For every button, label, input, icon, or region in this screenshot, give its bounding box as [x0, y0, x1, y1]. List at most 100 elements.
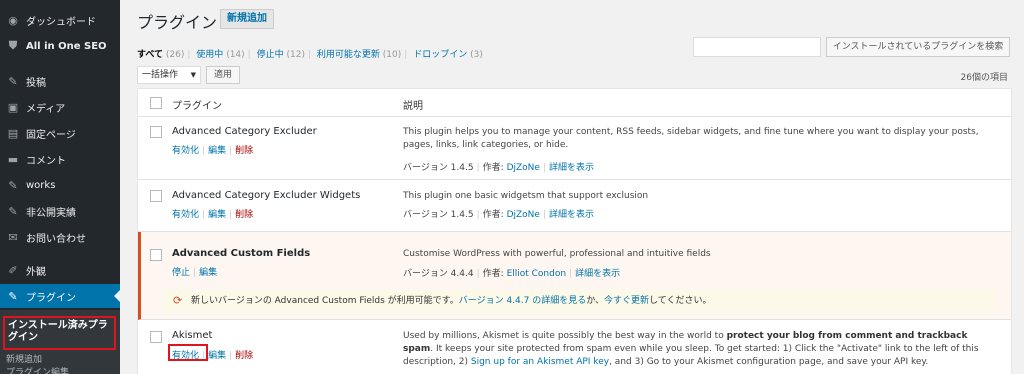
- menu-label: お問い合わせ: [26, 233, 86, 245]
- author-link[interactable]: Elliot Condon: [507, 269, 567, 279]
- menu-label: 固定ページ: [26, 129, 76, 141]
- edit-link[interactable]: 編集: [208, 351, 226, 361]
- filter-active[interactable]: 使用中: [196, 50, 223, 60]
- filter-inactive-count: (12): [286, 50, 305, 60]
- page-title: プラグイン: [137, 13, 218, 32]
- filter-active-count: (14): [226, 50, 245, 60]
- filter-inactive[interactable]: 停止中: [257, 50, 284, 60]
- menu-label: プラグイン: [26, 292, 76, 304]
- desc-pre: Used by millions, Akismet is quite possi…: [403, 331, 727, 341]
- menu-contact[interactable]: ✉ お問い合わせ: [0, 225, 120, 249]
- menu-comments[interactable]: ▬ コメント: [0, 147, 120, 171]
- update-text-mid: か、: [586, 296, 605, 306]
- brush-icon: ✐: [8, 263, 18, 277]
- pin-icon: ✎: [8, 204, 18, 218]
- filter-all[interactable]: すべて: [137, 50, 163, 60]
- row-actions: 有効化 | 編集 | 削除: [172, 146, 254, 156]
- update-text-pre: 新しいバージョンの Advanced Custom Fields が利用可能です…: [191, 296, 459, 306]
- update-text-post: してください。: [649, 296, 712, 306]
- details-link[interactable]: 詳細を表示: [549, 163, 594, 173]
- filter-all-count: (26): [165, 50, 185, 60]
- status-filters: すべて (26) | 使用中 (14) | 停止中 (12) | 利用可能な更新 (1…: [137, 50, 483, 60]
- add-new-button[interactable]: 新規追加: [220, 9, 274, 29]
- desc-post: , and 3) Go to your Akismet configuratio…: [609, 357, 929, 367]
- menu-pages[interactable]: ▤ 固定ページ: [0, 121, 120, 145]
- plugin-description: This plugin helps you to manage your con…: [403, 127, 979, 150]
- plugin-name: Advanced Custom Fields: [172, 248, 311, 259]
- menu-label: works: [26, 179, 56, 191]
- view-version-link[interactable]: バージョン 4.4.7 の詳細を見る: [459, 296, 586, 306]
- menu-plugins[interactable]: ✎ プラグイン: [0, 284, 120, 308]
- plugin-name: Advanced Category Excluder Widgets: [172, 190, 361, 201]
- plugin-search-button[interactable]: インストールされているプラグインを検索: [826, 37, 1010, 57]
- table-row: Advanced Category Excluder 有効化 | 編集 | 削除 Thi…: [138, 118, 1011, 180]
- deactivate-link[interactable]: 停止: [172, 268, 190, 278]
- filter-dropins-count: (3): [470, 50, 483, 60]
- filter-update[interactable]: 利用可能な更新: [317, 50, 380, 60]
- menu-label: 外観: [26, 266, 46, 278]
- menu-label: All in One SEO: [26, 40, 107, 52]
- menu-works[interactable]: ✎ works: [0, 173, 120, 197]
- menu-appearance[interactable]: ✐ 外観: [0, 258, 120, 282]
- menu-label: ダッシュボード: [26, 16, 96, 28]
- menu-all-in-one-seo[interactable]: ⛊ All in One SEO: [0, 34, 120, 58]
- author-prefix: 作者:: [482, 269, 504, 279]
- row-checkbox[interactable]: [150, 249, 162, 261]
- plugin-search-input[interactable]: [693, 37, 821, 57]
- edit-link[interactable]: 編集: [208, 210, 226, 220]
- delete-link[interactable]: 削除: [235, 210, 253, 220]
- row-checkbox[interactable]: [150, 126, 162, 138]
- update-now-link[interactable]: 今すぐ更新: [604, 296, 649, 306]
- menu-dashboard[interactable]: ◉ ダッシュボード: [0, 8, 120, 32]
- menu-private-works[interactable]: ✎ 非公開実績: [0, 199, 120, 223]
- plugin-description: Customise WordPress with powerful, profe…: [403, 249, 711, 259]
- column-plugin[interactable]: プラグイン: [172, 97, 222, 112]
- update-notice: ⟳ 新しいバージョンの Advanced Custom Fields が利用可能…: [165, 290, 997, 312]
- item-count: 26個の項目: [960, 73, 1008, 83]
- author-prefix: 作者:: [482, 210, 504, 220]
- column-description: 説明: [403, 101, 423, 112]
- plugin-version: バージョン 1.4.5: [403, 210, 474, 220]
- details-link[interactable]: 詳細を表示: [575, 269, 620, 279]
- submenu-add-new[interactable]: 新規追加: [6, 352, 42, 365]
- author-link[interactable]: DjZoNe: [507, 163, 540, 173]
- submenu-installed-plugins[interactable]: インストール済みプラグイン: [3, 316, 116, 350]
- activate-link[interactable]: 有効化: [172, 210, 199, 220]
- select-all-checkbox[interactable]: [150, 97, 162, 109]
- plugins-table: プラグイン 説明 Advanced Category Excluder 有効化 |…: [137, 88, 1012, 374]
- pin-icon: ✎: [8, 74, 18, 88]
- akismet-signup-link[interactable]: Sign up for an Akismet API key: [471, 357, 609, 367]
- delete-link[interactable]: 削除: [235, 146, 253, 156]
- activate-link[interactable]: 有効化: [172, 146, 199, 156]
- submenu-plugin-editor[interactable]: プラグイン編集: [6, 367, 69, 374]
- admin-sidebar: ◉ ダッシュボード ⛊ All in One SEO ✎ 投稿 ▣ メディア ▤…: [0, 0, 120, 374]
- table-row: Advanced Category Excluder Widgets 有効化 | 編…: [138, 180, 1011, 232]
- delete-link[interactable]: 削除: [235, 351, 253, 361]
- plugin-meta: バージョン 4.4.4 | 作者: Elliot Condon | 詳細を表示: [403, 269, 621, 279]
- plugin-version: バージョン 1.4.5: [403, 163, 474, 173]
- filter-update-count: (10): [382, 50, 402, 60]
- menu-posts[interactable]: ✎ 投稿: [0, 69, 120, 93]
- author-link[interactable]: DjZoNe: [507, 210, 540, 220]
- author-prefix: 作者:: [482, 163, 504, 173]
- update-icon: ⟳: [173, 294, 183, 307]
- row-actions: 停止 | 編集: [172, 268, 218, 278]
- bulk-action-select[interactable]: 一括操作 ▼: [137, 66, 201, 84]
- plugin-icon: ✎: [8, 289, 18, 303]
- menu-media[interactable]: ▣ メディア: [0, 95, 120, 119]
- bulk-action-value: 一括操作: [142, 70, 179, 80]
- row-actions: 有効化 | 編集 | 削除: [172, 210, 254, 220]
- row-checkbox[interactable]: [150, 331, 162, 343]
- plugin-name: Advanced Category Excluder: [172, 126, 317, 137]
- apply-button[interactable]: 適用: [206, 66, 240, 84]
- edit-link[interactable]: 編集: [208, 146, 226, 156]
- comment-icon: ▬: [7, 152, 19, 166]
- plugin-description: This plugin one basic widgetsm that supp…: [403, 191, 649, 201]
- plugin-meta: バージョン 1.4.5 | 作者: DjZoNe | 詳細を表示: [403, 210, 594, 220]
- table-header: プラグイン 説明: [138, 89, 1011, 117]
- details-link[interactable]: 詳細を表示: [549, 210, 594, 220]
- filter-dropins[interactable]: ドロップイン: [413, 50, 467, 60]
- row-checkbox[interactable]: [150, 190, 162, 202]
- edit-link[interactable]: 編集: [199, 268, 217, 278]
- chevron-down-icon: ▼: [190, 71, 196, 79]
